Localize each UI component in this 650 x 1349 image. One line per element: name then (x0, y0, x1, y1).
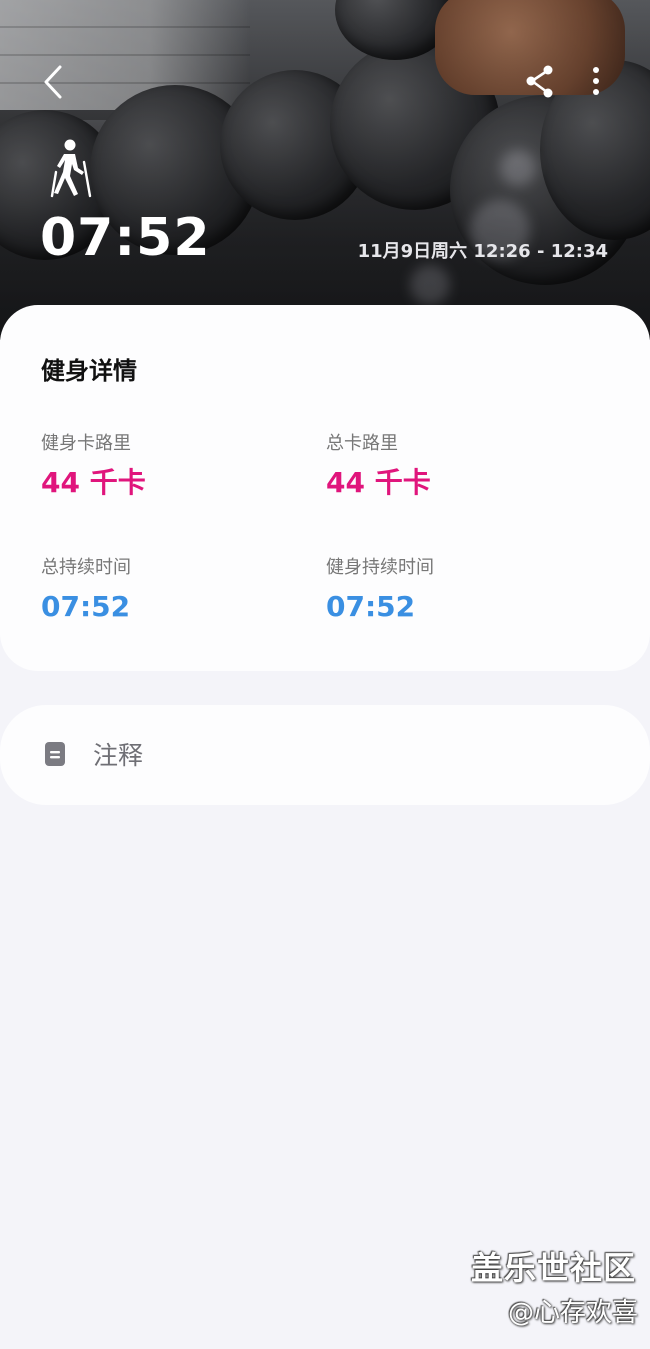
workout-datetime: 11月9日周六 12:26 - 12:34 (357, 241, 608, 262)
metric-total-calories: 总卡路里 44 千卡 (326, 431, 431, 501)
metric-label: 健身卡路里 (41, 433, 131, 454)
watermark-title: 盖乐世社区 (470, 1249, 636, 1287)
more-options-button[interactable] (584, 64, 608, 100)
metric-value: 44 千卡 (326, 466, 431, 499)
hero-header: 07:52 11月9日周六 12:26 - 12:34 (0, 0, 650, 340)
note-icon (45, 742, 65, 766)
activity-type (48, 138, 94, 198)
back-button[interactable] (40, 62, 70, 102)
metric-workout-duration: 健身持续时间 07:52 (326, 555, 434, 625)
metric-value: 07:52 (41, 590, 131, 623)
share-icon (526, 65, 553, 98)
notes-icon-wrap (44, 741, 66, 767)
workout-duration: 07:52 (40, 208, 211, 268)
notes-button[interactable]: 注释 (0, 705, 650, 805)
chevron-left-icon (44, 65, 62, 99)
metric-label: 总卡路里 (326, 433, 398, 454)
hiking-icon (50, 139, 92, 198)
share-button[interactable] (524, 64, 556, 100)
watermark-author: @心存欢喜 (507, 1298, 638, 1328)
workout-details-card: 健身详情 健身卡路里 44 千卡 总卡路里 44 千卡 总持续时间 07:52 … (0, 305, 650, 671)
metric-workout-calories: 健身卡路里 44 千卡 (41, 431, 146, 501)
more-vertical-icon (593, 67, 599, 95)
notes-label: 注释 (93, 741, 144, 770)
metric-label: 健身持续时间 (326, 557, 434, 578)
metric-value: 07:52 (326, 590, 416, 623)
hero-shade (0, 0, 650, 340)
details-title: 健身详情 (41, 357, 137, 385)
metric-value: 44 千卡 (41, 466, 146, 499)
metric-label: 总持续时间 (41, 557, 131, 578)
metric-total-duration: 总持续时间 07:52 (41, 555, 131, 625)
